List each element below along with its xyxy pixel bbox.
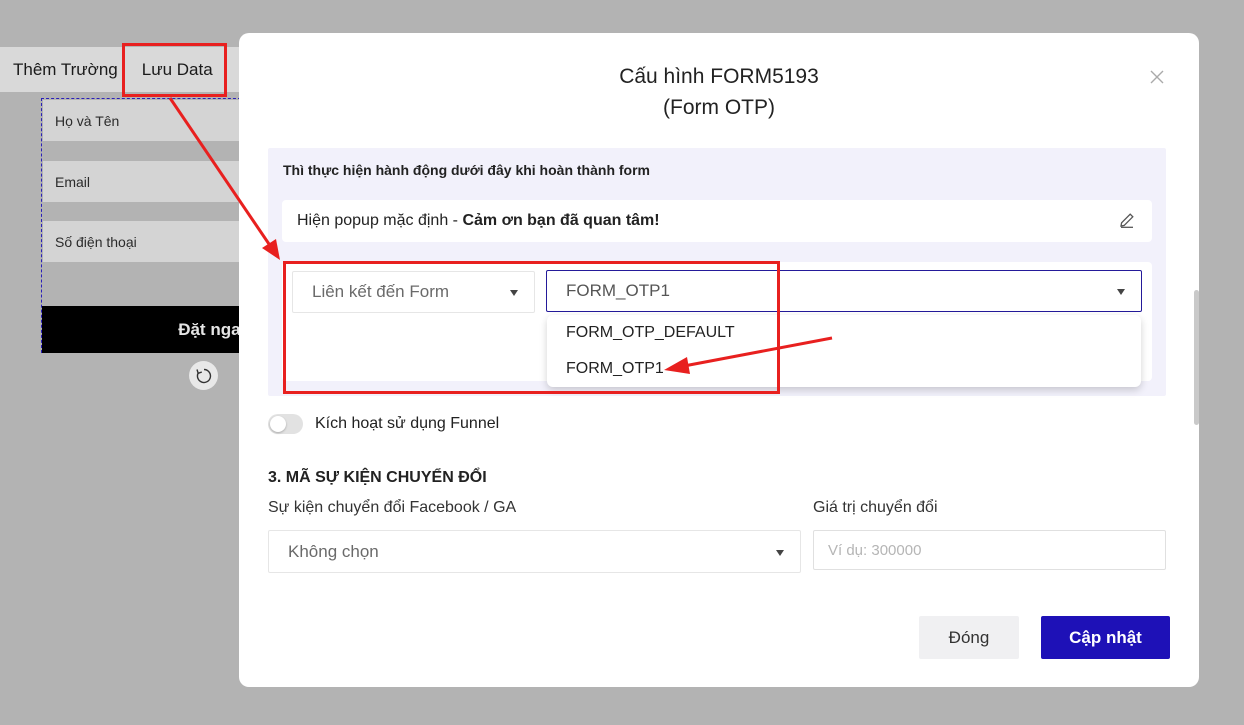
preview-field-email[interactable]: Email	[43, 161, 241, 202]
action-heading: Thì thực hiện hành động dưới đây khi hoà…	[283, 162, 650, 178]
dropdown-option-form-otp-default[interactable]: FORM_OTP_DEFAULT	[547, 319, 1141, 355]
preview-submit-button[interactable]: Đặt ngay	[42, 306, 242, 353]
conversion-event-select[interactable]: Không chọn	[268, 530, 801, 573]
modal-title: Cấu hình FORM5193 (Form OTP)	[239, 61, 1199, 123]
conversion-event-label: Sự kiện chuyển đổi Facebook / GA	[268, 499, 517, 516]
chevron-down-icon	[510, 290, 518, 296]
modal-title-line2: (Form OTP)	[663, 96, 775, 119]
section-conversion-title: 3. MÃ SỰ KIỆN CHUYỂN ĐỔI	[268, 469, 487, 486]
form-config-modal: Cấu hình FORM5193 (Form OTP) Thì thực hi…	[239, 33, 1199, 687]
popup-prefix: Hiện popup mặc định -	[297, 212, 463, 229]
funnel-toggle[interactable]	[268, 414, 303, 434]
link-config-row: Liên kết đến Form FORM_OTP1 FORM_OTP_DEF…	[282, 262, 1152, 387]
conversion-value-input[interactable]	[813, 530, 1166, 570]
target-form-value: FORM_OTP1	[566, 281, 670, 300]
rotate-handle[interactable]	[189, 361, 218, 390]
conversion-event-value: Không chọn	[288, 541, 379, 561]
form-preview[interactable]: Họ và Tên Email Số điện thoại Đặt ngay	[41, 98, 242, 353]
completion-action-panel: Thì thực hiện hành động dưới đây khi hoà…	[268, 148, 1166, 396]
modal-scrollbar[interactable]	[1194, 290, 1199, 425]
update-button[interactable]: Cập nhật	[1041, 616, 1170, 659]
modal-title-line1: Cấu hình FORM5193	[619, 65, 819, 88]
close-icon	[1150, 70, 1164, 84]
preview-field-name[interactable]: Họ và Tên	[43, 100, 241, 141]
preview-submit-label: Đặt ngay	[178, 319, 242, 339]
conversion-value-label: Giá trị chuyển đổi	[813, 499, 938, 516]
funnel-toggle-label: Kích hoạt sử dụng Funnel	[315, 415, 500, 432]
dropdown-option-form-otp1[interactable]: FORM_OTP1	[547, 355, 1141, 391]
default-popup-row: Hiện popup mặc định - Cảm ơn bạn đã quan…	[282, 200, 1152, 242]
link-type-value: Liên kết đến Form	[312, 282, 450, 301]
edit-popup-button[interactable]	[1118, 211, 1136, 229]
close-button[interactable]: Đóng	[919, 616, 1019, 659]
pencil-icon	[1120, 213, 1134, 228]
add-field-button[interactable]: Thêm Trường	[0, 47, 130, 92]
popup-message: Cảm ơn bạn đã quan tâm!	[462, 212, 660, 229]
save-data-button[interactable]: Lưu Data	[130, 47, 225, 92]
target-form-dropdown: FORM_OTP_DEFAULT FORM_OTP1	[547, 315, 1141, 387]
chevron-down-icon	[776, 550, 784, 556]
preview-field-phone[interactable]: Số điện thoại	[43, 221, 241, 262]
chevron-down-icon	[1117, 289, 1125, 295]
close-modal-button[interactable]	[1147, 67, 1167, 87]
target-form-select[interactable]: FORM_OTP1	[546, 270, 1142, 312]
editor-toolbar: Thêm Trường Lưu Data	[0, 47, 240, 92]
funnel-toggle-row: Kích hoạt sử dụng Funnel	[268, 414, 499, 434]
link-type-select[interactable]: Liên kết đến Form	[292, 271, 535, 313]
rotate-icon	[195, 368, 211, 383]
